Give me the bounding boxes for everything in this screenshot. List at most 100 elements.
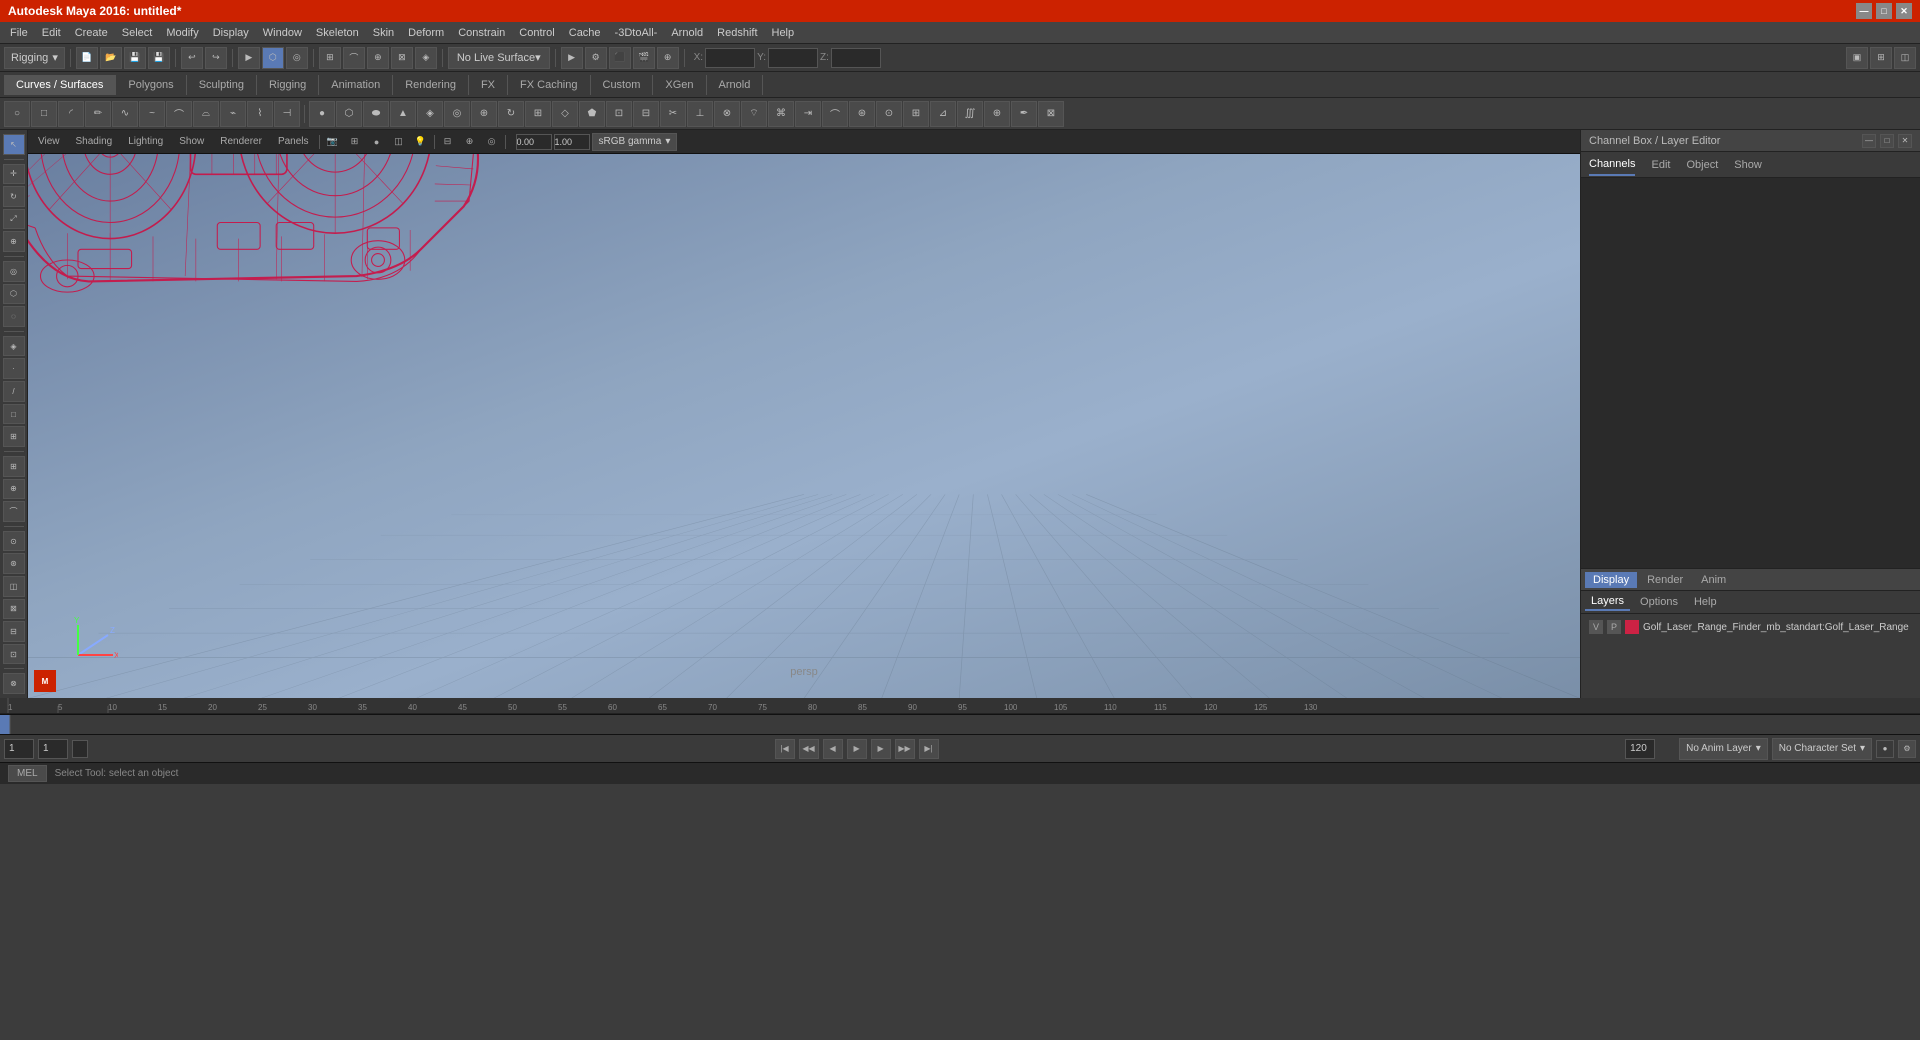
uv-mode-btn[interactable]: ⊞ — [3, 426, 25, 447]
transform-tool-btn[interactable]: ⊕ — [3, 231, 25, 252]
open-file-btn[interactable]: 📂 — [100, 47, 122, 69]
settings-btn[interactable]: ⚙ — [1898, 740, 1916, 758]
rotate-tool-btn[interactable]: ↻ — [3, 186, 25, 207]
mel-label[interactable]: MEL — [8, 765, 47, 782]
tool-trim[interactable]: ✂ — [660, 101, 686, 127]
vp-menu-panels[interactable]: Panels — [272, 134, 315, 149]
tool-fillet[interactable]: ⌒ — [822, 101, 848, 127]
tab-xgen[interactable]: XGen — [653, 75, 706, 95]
tool-helix[interactable]: ⌇ — [247, 101, 273, 127]
tool-pencil2[interactable]: ✒ — [1011, 101, 1037, 127]
tab-arnold[interactable]: Arnold — [707, 75, 764, 95]
layout-btn2[interactable]: ⊞ — [1870, 47, 1892, 69]
redo-btn[interactable]: ↪ — [205, 47, 227, 69]
lasso-select-btn[interactable]: ◌ — [3, 306, 25, 327]
menu-deform[interactable]: Deform — [402, 25, 450, 41]
rp-tab-show[interactable]: Show — [1734, 155, 1762, 175]
fx-btn[interactable]: ⊕ — [657, 47, 679, 69]
tool-measure[interactable]: ⊣ — [274, 101, 300, 127]
vp-menu-show[interactable]: Show — [173, 134, 210, 149]
rp-maximize-btn[interactable]: □ — [1880, 134, 1894, 148]
tab-fx[interactable]: FX — [469, 75, 508, 95]
menu-modify[interactable]: Modify — [160, 25, 204, 41]
tool-graph[interactable]: ∭ — [957, 101, 983, 127]
gain-input[interactable] — [554, 134, 590, 150]
play-end-btn[interactable]: ▶| — [919, 739, 939, 759]
menu-window[interactable]: Window — [257, 25, 308, 41]
tab-polygons[interactable]: Polygons — [116, 75, 186, 95]
tool-loft[interactable]: ⊞ — [525, 101, 551, 127]
tool-intersect[interactable]: ⊗ — [714, 101, 740, 127]
menu-constrain[interactable]: Constrain — [452, 25, 511, 41]
vp-shaded-btn[interactable]: ● — [368, 133, 386, 151]
tool-extrude[interactable]: ⊕ — [471, 101, 497, 127]
tool-cone[interactable]: ▲ — [390, 101, 416, 127]
play-prev-btn[interactable]: ◀◀ — [799, 739, 819, 759]
tool-curve3[interactable]: ⌒ — [166, 101, 192, 127]
tab-sculpting[interactable]: Sculpting — [187, 75, 257, 95]
vp-camera-ctrl-btn[interactable]: ◎ — [483, 133, 501, 151]
tab-curves-surfaces[interactable]: Curves / Surfaces — [4, 75, 116, 95]
render-settings-btn[interactable]: ⚙ — [585, 47, 607, 69]
snap-curve-left-btn[interactable]: ⌒ — [3, 501, 25, 522]
new-file-btn[interactable]: 📄 — [76, 47, 98, 69]
menu-skin[interactable]: Skin — [367, 25, 400, 41]
play-btn[interactable]: ▶ — [847, 739, 867, 759]
frame-end-input[interactable] — [1625, 739, 1655, 759]
auto-key-btn[interactable]: ● — [1876, 740, 1894, 758]
play-next-frame-btn[interactable]: ▶ — [871, 739, 891, 759]
paint-select-btn[interactable]: ⬡ — [3, 284, 25, 305]
ipr-btn[interactable]: ⬛ — [609, 47, 631, 69]
rp-tab-edit[interactable]: Edit — [1651, 155, 1670, 175]
cb-tab-anim[interactable]: Anim — [1693, 572, 1734, 588]
tab-fx-caching[interactable]: FX Caching — [508, 75, 590, 95]
save-as-btn[interactable]: 💾 — [148, 47, 170, 69]
mode-dropdown[interactable]: Rigging ▾ — [4, 47, 65, 69]
help-tab[interactable]: Help — [1688, 594, 1723, 610]
snap-surface-btn[interactable]: ◈ — [415, 47, 437, 69]
soft-select-btn[interactable]: ◎ — [3, 261, 25, 282]
snap-grid-btn[interactable]: ⊞ — [319, 47, 341, 69]
menu-cache[interactable]: Cache — [563, 25, 607, 41]
vp-camera-btn[interactable]: 📷 — [324, 133, 342, 151]
play-start-btn[interactable]: |◀ — [775, 739, 795, 759]
tool-plane[interactable]: ◈ — [417, 101, 443, 127]
tool-cylinder[interactable]: ⬬ — [363, 101, 389, 127]
tool-curve4[interactable]: ⌓ — [193, 101, 219, 127]
z-coord-input[interactable] — [831, 48, 881, 68]
history-btn[interactable]: ⊙ — [3, 531, 25, 552]
layer-item[interactable]: V P Golf_Laser_Range_Finder_mb_standart:… — [1585, 618, 1916, 636]
minimize-button[interactable]: — — [1856, 3, 1872, 19]
tool-arc[interactable]: ◜ — [58, 101, 84, 127]
vp-texture-btn[interactable]: ◫ — [390, 133, 408, 151]
tool-torus[interactable]: ◎ — [444, 101, 470, 127]
paint-btn[interactable]: ◎ — [286, 47, 308, 69]
layers-left-btn[interactable]: ⊠ — [3, 599, 25, 620]
lasso-btn[interactable]: ⬡ — [262, 47, 284, 69]
tool-circle[interactable]: ○ — [4, 101, 30, 127]
tool-boundary[interactable]: ⊟ — [633, 101, 659, 127]
deform-btn[interactable]: ◫ — [3, 576, 25, 597]
render-view-btn[interactable]: 🎬 — [633, 47, 655, 69]
menu-arnold[interactable]: Arnold — [665, 25, 709, 41]
no-live-surface-btn[interactable]: No Live Surface ▾ — [448, 47, 550, 69]
tab-rendering[interactable]: Rendering — [393, 75, 469, 95]
layout-btn1[interactable]: ▣ — [1846, 47, 1868, 69]
vp-menu-renderer[interactable]: Renderer — [214, 134, 268, 149]
tool-nurbs[interactable]: ◇ — [552, 101, 578, 127]
menu-redshift[interactable]: Redshift — [711, 25, 763, 41]
cb-tab-render[interactable]: Render — [1639, 572, 1691, 588]
rp-tab-channels[interactable]: Channels — [1589, 154, 1635, 176]
snap-curve-btn[interactable]: ⌒ — [343, 47, 365, 69]
tool-bezier[interactable]: ⌁ — [220, 101, 246, 127]
frame-start-input[interactable] — [4, 739, 34, 759]
play-next-btn[interactable]: ▶▶ — [895, 739, 915, 759]
frame-current2-input[interactable] — [72, 740, 88, 758]
tab-animation[interactable]: Animation — [319, 75, 393, 95]
vp-grid-btn[interactable]: ⊟ — [439, 133, 457, 151]
gamma-dropdown[interactable]: sRGB gamma ▾ — [592, 133, 678, 151]
save-file-btn[interactable]: 💾 — [124, 47, 146, 69]
tool-map[interactable]: ⊠ — [1038, 101, 1064, 127]
layout-btn3[interactable]: ◫ — [1894, 47, 1916, 69]
move-tool-btn[interactable]: ✛ — [3, 164, 25, 185]
